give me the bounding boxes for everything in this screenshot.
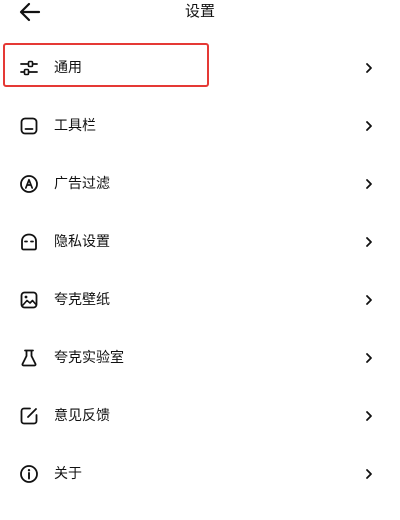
chevron-right-icon xyxy=(362,467,376,481)
ad-block-icon xyxy=(18,173,40,195)
info-icon xyxy=(18,463,40,485)
wallpaper-icon xyxy=(18,289,40,311)
chevron-right-icon xyxy=(362,119,376,133)
chevron-right-icon xyxy=(362,409,376,423)
chevron-right-icon xyxy=(362,293,376,307)
settings-item-label: 工具栏 xyxy=(54,118,96,134)
settings-item-label: 隐私设置 xyxy=(54,234,110,250)
settings-item-label: 广告过滤 xyxy=(54,176,110,192)
sliders-icon xyxy=(18,57,40,79)
settings-item-privacy[interactable]: 隐私设置 xyxy=(0,218,400,266)
flask-icon xyxy=(18,347,40,369)
chevron-right-icon xyxy=(362,235,376,249)
settings-item-label: 关于 xyxy=(54,466,82,482)
settings-item-label: 夸克壁纸 xyxy=(54,292,110,308)
settings-item-general[interactable]: 通用 xyxy=(0,44,400,92)
settings-item-label: 意见反馈 xyxy=(54,408,110,424)
privacy-mask-icon xyxy=(18,231,40,253)
settings-item-toolbar[interactable]: 工具栏 xyxy=(0,102,400,150)
settings-item-feedback[interactable]: 意见反馈 xyxy=(0,392,400,440)
settings-item-wallpaper[interactable]: 夸克壁纸 xyxy=(0,276,400,324)
settings-item-ad-filter[interactable]: 广告过滤 xyxy=(0,160,400,208)
chevron-right-icon xyxy=(362,61,376,75)
settings-item-lab[interactable]: 夸克实验室 xyxy=(0,334,400,382)
header: 设置 xyxy=(0,0,400,26)
feedback-edit-icon xyxy=(18,405,40,427)
page-title: 设置 xyxy=(184,2,215,20)
chevron-right-icon xyxy=(362,351,376,365)
chevron-right-icon xyxy=(362,177,376,191)
settings-item-label: 夸克实验室 xyxy=(54,350,124,366)
settings-item-label: 通用 xyxy=(54,60,82,76)
toolbar-icon xyxy=(18,115,40,137)
settings-item-about[interactable]: 关于 xyxy=(0,450,400,498)
